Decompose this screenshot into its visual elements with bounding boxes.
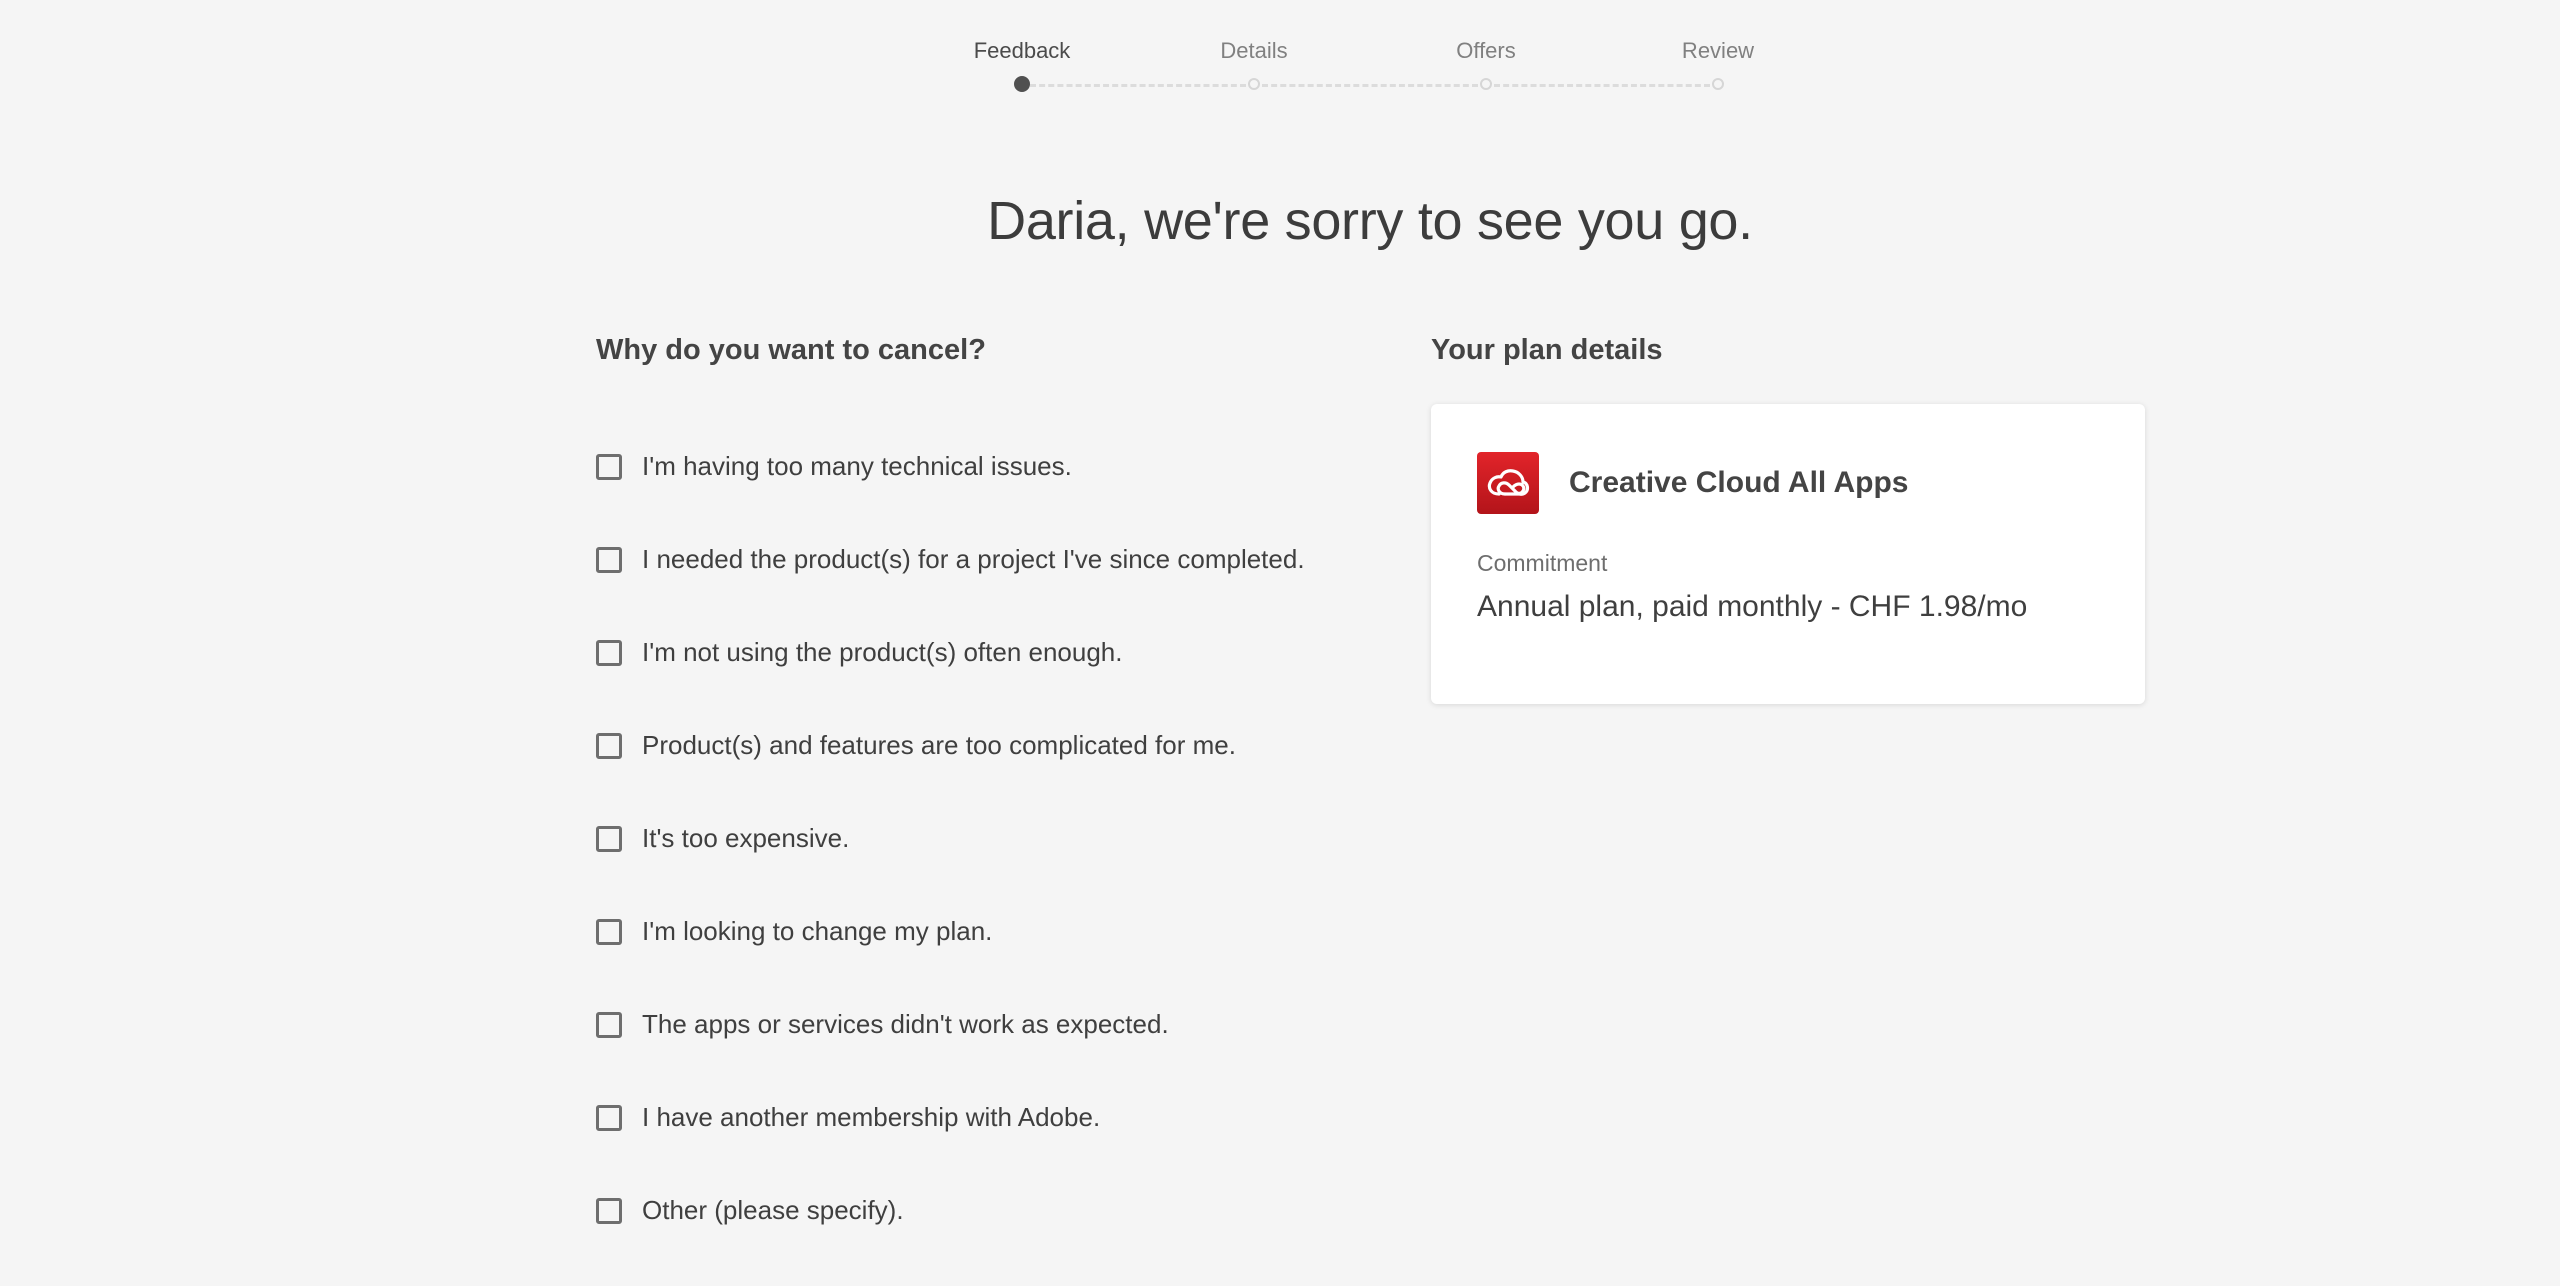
creative-cloud-glyph (1487, 469, 1530, 496)
reason-change-plan[interactable]: I'm looking to change my plan. (596, 885, 1356, 978)
checkbox[interactable] (596, 732, 622, 759)
step-review-dot (1712, 78, 1724, 90)
product-row: Creative Cloud All Apps (1477, 452, 1909, 514)
reason-label: It's too expensive. (642, 823, 850, 853)
reason-label: I needed the product(s) for a project I'… (642, 544, 1305, 574)
step-review-label: Review (1681, 38, 1755, 63)
product-name: Creative Cloud All Apps (1569, 466, 1909, 499)
checkbox[interactable] (596, 453, 622, 480)
step-feedback-label: Feedback (973, 38, 1071, 63)
step-feedback-dot (1014, 76, 1030, 92)
step-offers-dot (1480, 78, 1492, 90)
checkbox[interactable] (596, 825, 622, 852)
step-details-dot (1248, 78, 1260, 90)
step-connector (1030, 84, 1246, 87)
reason-label: I'm not using the product(s) often enoug… (642, 637, 1123, 667)
checkbox[interactable] (596, 918, 622, 945)
cancel-reasons-list: I'm having too many technical issues. I … (596, 420, 1356, 1257)
step-connector (1262, 84, 1478, 87)
page-title: Daria, we're sorry to see you go. (987, 191, 1753, 251)
reason-another-membership[interactable]: I have another membership with Adobe. (596, 1071, 1356, 1164)
reason-project-completed[interactable]: I needed the product(s) for a project I'… (596, 513, 1356, 606)
plan-details-title: Your plan details (1431, 334, 1663, 366)
reason-label: I'm having too many technical issues. (642, 451, 1072, 481)
reason-technical-issues[interactable]: I'm having too many technical issues. (596, 420, 1356, 513)
checkbox[interactable] (596, 546, 622, 573)
reason-too-expensive[interactable]: It's too expensive. (596, 792, 1356, 885)
step-details-label: Details (1220, 38, 1288, 63)
reason-too-complicated[interactable]: Product(s) and features are too complica… (596, 699, 1356, 792)
plan-card: Creative Cloud All Apps Commitment Annua… (1431, 404, 2145, 704)
reason-not-used-enough[interactable]: I'm not using the product(s) often enoug… (596, 606, 1356, 699)
cancel-plan-page: Feedback Details Offers Review Daria, we… (0, 0, 2560, 1286)
reason-other[interactable]: Other (please specify). (596, 1164, 1356, 1257)
reason-label: Other (please specify). (642, 1195, 904, 1225)
progress-stepper: Feedback Details Offers Review (0, 0, 2560, 110)
commitment-label: Commitment (1477, 550, 1608, 576)
checkbox[interactable] (596, 639, 622, 666)
step-offers-label: Offers (1456, 38, 1516, 63)
checkbox[interactable] (596, 1197, 622, 1224)
reason-label: Product(s) and features are too complica… (642, 730, 1236, 760)
reason-label: The apps or services didn't work as expe… (642, 1009, 1169, 1039)
step-connector (1494, 84, 1710, 87)
checkbox[interactable] (596, 1104, 622, 1131)
creative-cloud-icon (1477, 452, 1539, 514)
reason-label: I'm looking to change my plan. (642, 916, 993, 946)
commitment-value: Annual plan, paid monthly - CHF 1.98/mo (1477, 590, 2028, 623)
cancel-reasons-title: Why do you want to cancel? (596, 334, 986, 366)
reason-label: I have another membership with Adobe. (642, 1102, 1101, 1132)
checkbox[interactable] (596, 1011, 622, 1038)
reason-not-as-expected[interactable]: The apps or services didn't work as expe… (596, 978, 1356, 1071)
cancel-reasons-section: Why do you want to cancel? I'm having to… (596, 330, 1356, 1257)
plan-details-section: Your plan details Creative Cloud All App… (1431, 330, 2145, 704)
